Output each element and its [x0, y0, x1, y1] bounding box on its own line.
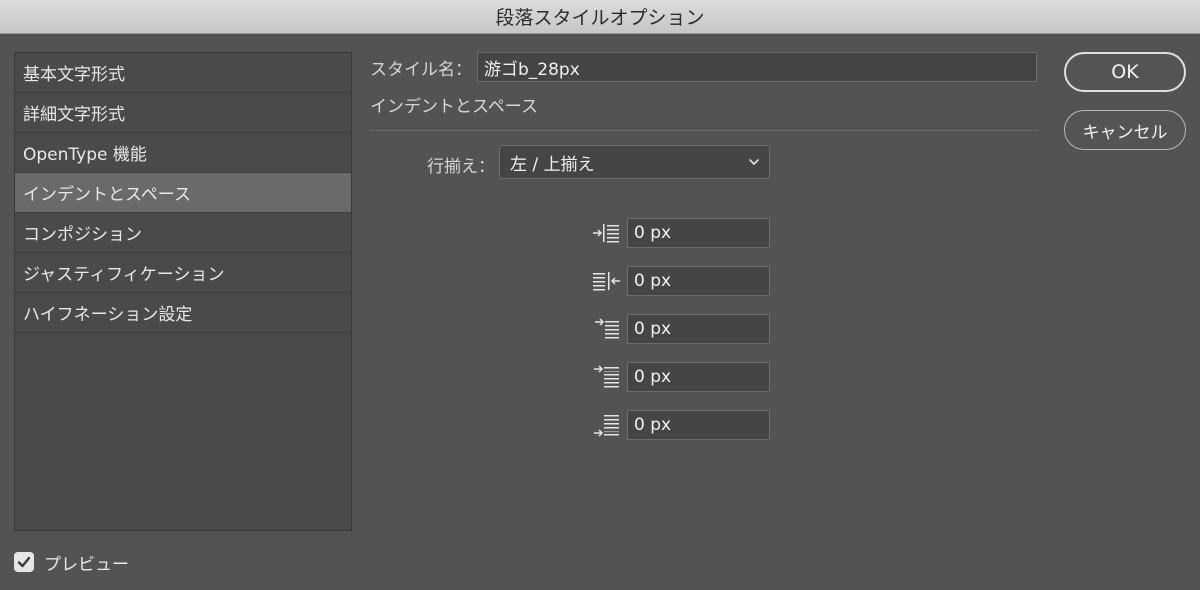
space-before-row: [590, 362, 770, 392]
style-name-label: スタイル名：: [370, 59, 472, 80]
space-before-input[interactable]: [627, 362, 770, 392]
cancel-button[interactable]: キャンセル: [1064, 110, 1186, 150]
category-item-basic-character-formats[interactable]: 基本文字形式: [15, 53, 351, 93]
first-line-indent-icon: [595, 318, 619, 339]
left-indent-row: [590, 218, 770, 248]
style-name-row: スタイル名：: [370, 52, 472, 82]
paragraph-style-options-dialog: 基本文字形式 詳細文字形式 OpenType 機能 インデントとスペース コンポ…: [0, 34, 1200, 590]
category-item-justification[interactable]: ジャスティフィケーション: [15, 253, 351, 293]
alignment-select[interactable]: 左 / 上揃え: [499, 145, 770, 179]
space-after-icon: [594, 415, 619, 437]
category-item-hyphenation[interactable]: ハイフネーション設定: [15, 293, 351, 333]
right-indent-row: [590, 266, 770, 296]
space-after-row: [590, 410, 770, 440]
category-item-indents-and-spacing[interactable]: インデントとスペース: [15, 173, 351, 213]
preview-checkbox[interactable]: [14, 552, 34, 572]
category-item-advanced-character-formats[interactable]: 詳細文字形式: [15, 93, 351, 133]
alignment-value: 左 / 上揃え: [510, 154, 595, 175]
first-line-indent-input[interactable]: [627, 314, 770, 344]
space-before-icon: [594, 365, 619, 388]
section-divider: [370, 130, 1038, 131]
ok-button[interactable]: OK: [1064, 52, 1186, 92]
left-indent-icon: [593, 224, 619, 243]
alignment-label: 行揃え：: [427, 157, 495, 177]
section-title: インデントとスペース: [370, 97, 538, 117]
checkmark-icon: [17, 556, 31, 568]
right-indent-icon: [593, 272, 620, 291]
window-titlebar: 段落スタイルオプション: [0, 0, 1200, 34]
preview-row: プレビュー: [14, 551, 129, 575]
chevron-down-icon: [749, 159, 759, 165]
first-line-indent-row: [590, 314, 770, 344]
category-item-opentype-features[interactable]: OpenType 機能: [15, 133, 351, 173]
right-indent-input[interactable]: [627, 266, 770, 296]
category-item-composition[interactable]: コンポジション: [15, 213, 351, 253]
left-indent-input[interactable]: [627, 218, 770, 248]
space-after-input[interactable]: [627, 410, 770, 440]
preview-label: プレビュー: [44, 554, 129, 575]
category-list: 基本文字形式 詳細文字形式 OpenType 機能 インデントとスペース コンポ…: [14, 52, 352, 531]
window-title: 段落スタイルオプション: [495, 7, 705, 29]
style-name-input[interactable]: [477, 52, 1037, 82]
